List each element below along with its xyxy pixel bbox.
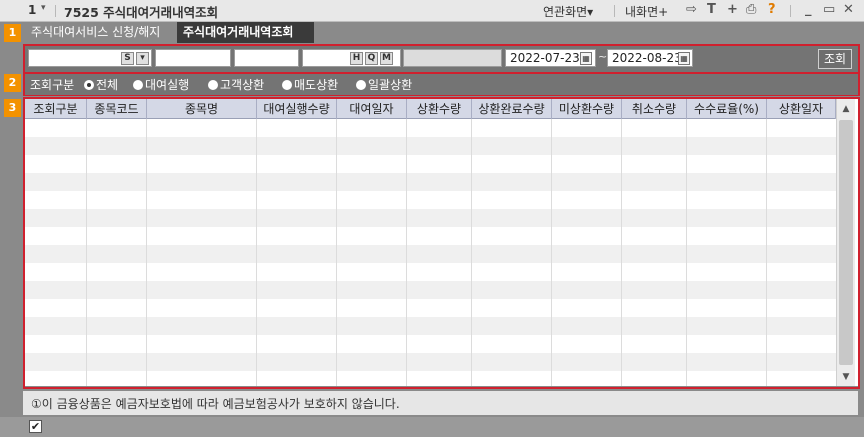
radio-dot — [208, 80, 218, 90]
tab-lending-history[interactable]: 주식대여거래내역조회 — [177, 22, 314, 43]
column-header[interactable]: 대여실행수량 — [257, 99, 337, 119]
column-header[interactable]: 상환일자 — [767, 99, 836, 119]
my-screen-button[interactable]: 내화면+ — [625, 3, 668, 20]
column-divider — [686, 119, 687, 386]
maximize-icon[interactable]: ▭ — [823, 2, 835, 18]
column-header[interactable]: 조회구분 — [25, 99, 87, 119]
search-icon[interactable]: Q — [365, 52, 378, 65]
radio-bulk-repay[interactable]: 일괄상환 — [356, 76, 412, 93]
result-table: 조회구분 종목코드 종목명 대여실행수량 대여일자 상환수량 상환완료수량 미상환수량 취소수량… — [25, 99, 858, 386]
h-button[interactable]: H — [350, 52, 363, 65]
m-button[interactable]: M — [380, 52, 393, 65]
column-divider — [471, 119, 472, 386]
column-header[interactable]: 종목명 — [147, 99, 257, 119]
filter-label: 조회구분 — [30, 78, 75, 92]
plus-icon[interactable]: + — [727, 2, 738, 18]
column-header[interactable]: 수수료율(%) — [687, 99, 767, 119]
radio-dot — [84, 80, 94, 90]
column-divider — [256, 119, 257, 386]
related-screens-button[interactable]: 연관화면▾ — [543, 3, 593, 20]
window-title: 7525 주식대여거래내역조회 — [64, 5, 219, 20]
deposit-protection-notice: ①이 금융상품은 예금자보호법에 따라 예금보험공사가 보호하지 않습니다. — [31, 397, 400, 411]
radio-dot — [356, 80, 366, 90]
stock-code-input[interactable]: H Q M — [302, 49, 401, 67]
print-icon[interactable]: ⎙ — [746, 2, 756, 18]
text-icon[interactable]: T — [707, 2, 716, 18]
radio-dot — [133, 80, 143, 90]
column-divider — [766, 119, 767, 386]
notice-bar: ①이 금융상품은 예금자보호법에 따라 예금보험공사가 보호하지 않습니다. — [23, 391, 858, 415]
column-header[interactable]: 취소수량 — [622, 99, 687, 119]
scroll-up-icon[interactable]: ▲ — [839, 102, 853, 116]
date-to-field[interactable]: 2022-08-23 ▦ — [607, 49, 693, 67]
status-checkbox[interactable]: ✔ — [29, 420, 42, 433]
close-icon[interactable]: ✕ — [843, 2, 854, 18]
radio-all[interactable]: 전체 — [84, 76, 118, 93]
column-divider — [621, 119, 622, 386]
screen-menu-arrow-icon[interactable]: ▾ — [41, 3, 46, 13]
column-divider — [336, 119, 337, 386]
stock-name-field — [403, 49, 502, 67]
table-header: 조회구분 종목코드 종목명 대여실행수량 대여일자 상환수량 상환완료수량 미상환수량 취소수량… — [25, 99, 836, 119]
account-name-field[interactable] — [155, 49, 231, 67]
column-divider — [551, 119, 552, 386]
search-row: S ▾ H Q M 2022-07-23 ▦ ~ 2022-08-23 ▦ 조회 — [25, 46, 858, 72]
date-from-value: 2022-07-23 — [510, 51, 580, 65]
guide-badge-2: 2 — [4, 74, 21, 92]
filter-row: 조회구분 전체 대여실행 고객상환 매도상환 일괄상환 — [25, 74, 858, 95]
separator — [790, 5, 791, 17]
column-divider — [86, 119, 87, 386]
link-icon[interactable]: ⇨ — [686, 2, 697, 18]
radio-label: 매도상환 — [294, 78, 339, 92]
radio-label: 일괄상환 — [368, 78, 413, 92]
help-icon[interactable]: ? — [768, 2, 776, 18]
radio-customer-repay[interactable]: 고객상환 — [208, 76, 264, 93]
title-bar: 1 ▾ 7525 주식대여거래내역조회 연관화면▾ 내화면+ ⇨ T + ⎙ ?… — [0, 0, 864, 22]
column-header[interactable]: 상환완료수량 — [472, 99, 552, 119]
column-header[interactable]: 미상환수량 — [552, 99, 622, 119]
guide-badge-3: 3 — [4, 99, 21, 117]
date-separator: ~ — [598, 50, 608, 63]
status-bar: ✔ — [0, 417, 864, 437]
column-divider — [406, 119, 407, 386]
screen-number: 1 — [28, 3, 37, 17]
scroll-down-icon[interactable]: ▼ — [839, 370, 853, 384]
calendar-icon[interactable]: ▦ — [678, 52, 690, 65]
radio-sell-repay[interactable]: 매도상환 — [282, 76, 338, 93]
account-select[interactable]: S ▾ — [28, 49, 152, 67]
vertical-scrollbar[interactable]: ▲ ▼ — [836, 99, 855, 386]
query-button[interactable]: 조회 — [818, 49, 852, 69]
date-from-field[interactable]: 2022-07-23 ▦ — [505, 49, 596, 67]
separator — [614, 5, 615, 17]
account-dropdown-icon[interactable]: ▾ — [136, 52, 149, 65]
minimize-icon[interactable]: _ — [805, 2, 812, 18]
radio-dot — [282, 80, 292, 90]
radio-label: 전체 — [96, 78, 119, 92]
radio-label: 고객상환 — [220, 78, 265, 92]
s-button[interactable]: S — [121, 52, 134, 65]
guide-badge-1: 1 — [4, 24, 21, 42]
column-header[interactable]: 상환수량 — [407, 99, 472, 119]
trading-window: 1 ▾ 7525 주식대여거래내역조회 연관화면▾ 내화면+ ⇨ T + ⎙ ?… — [0, 0, 864, 437]
date-to-value: 2022-08-23 — [612, 51, 682, 65]
scroll-thumb[interactable] — [839, 120, 853, 365]
column-divider — [146, 119, 147, 386]
radio-lending-exec[interactable]: 대여실행 — [133, 76, 189, 93]
column-header[interactable]: 종목코드 — [87, 99, 147, 119]
column-header[interactable]: 대여일자 — [337, 99, 407, 119]
radio-label: 대여실행 — [145, 78, 190, 92]
separator — [55, 5, 56, 17]
tab-lending-service[interactable]: 주식대여서비스 신청/해지 — [25, 22, 177, 43]
calendar-icon[interactable]: ▦ — [580, 52, 592, 65]
password-field[interactable] — [234, 49, 299, 67]
